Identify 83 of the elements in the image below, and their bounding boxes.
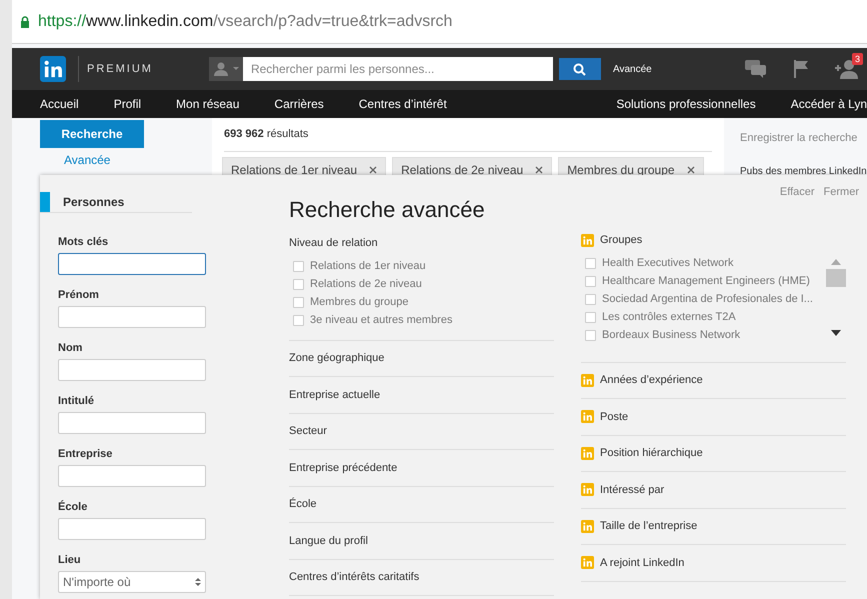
- premium-icon: [581, 410, 594, 424]
- premium-icon: [581, 520, 594, 533]
- checkbox[interactable]: [293, 279, 304, 290]
- search-field[interactable]: Rechercher parmi les personnes...: [242, 57, 553, 81]
- checkbox-option[interactable]: Sociedad Argentina de Profesionales de I...: [585, 290, 826, 308]
- search-icon: [573, 62, 586, 76]
- filter-section[interactable]: Entreprise actuelle: [289, 377, 554, 414]
- ads-heading: Pubs des membres LinkedIn: [740, 164, 867, 178]
- checkbox[interactable]: [585, 294, 596, 305]
- scrollbar-thumb[interactable]: [826, 268, 846, 286]
- search-button[interactable]: [558, 58, 601, 80]
- premium-icon: [581, 483, 594, 496]
- field-label: Mots clés: [58, 235, 110, 249]
- checkbox-option[interactable]: Bordeaux Business Network: [585, 326, 826, 344]
- section-heading: Groupes: [600, 233, 642, 248]
- checkbox-option[interactable]: Relations de 1er niveau: [293, 258, 554, 276]
- filter-section[interactable]: Taille de l’entreprise: [600, 518, 698, 534]
- field-label: Nom: [58, 341, 84, 355]
- brand-label: PREMIUM: [78, 56, 153, 82]
- filter-section[interactable]: Centres d’intérêts caritatifs: [289, 560, 554, 596]
- people-tab[interactable]: Personnes: [63, 192, 124, 210]
- premium-icon: [581, 374, 594, 387]
- checkbox-option[interactable]: 3e niveau et autres membres: [293, 312, 554, 330]
- person-filter-icon: [208, 57, 243, 81]
- sort-arrows-icon: [195, 577, 201, 587]
- filter-section[interactable]: Années d’expérience: [600, 372, 703, 388]
- messages-icon: [745, 60, 767, 78]
- search-menu-item[interactable]: Recherche: [40, 120, 144, 148]
- field-label: École: [58, 500, 88, 514]
- filter-section[interactable]: Entreprise précédente: [289, 450, 554, 486]
- lock-icon: [20, 16, 30, 28]
- filter-section[interactable]: Position hiérarchique: [600, 445, 703, 462]
- scroll-down-icon: [831, 330, 841, 336]
- notification-badge: 3: [852, 53, 863, 65]
- nav-link[interactable]: Centres d’intérêt: [358, 95, 447, 113]
- chip-label: Relations de 2e niveau: [401, 162, 524, 178]
- checkbox[interactable]: [585, 330, 596, 341]
- nav-link[interactable]: Mon réseau: [176, 95, 240, 113]
- filter-section[interactable]: Zone géographique: [289, 340, 554, 377]
- filter-section[interactable]: Langue du profil: [289, 523, 554, 560]
- checkbox-option[interactable]: Healthcare Management Engineers (HME): [585, 272, 826, 290]
- checkbox-option[interactable]: Relations de 2e niveau: [293, 276, 554, 294]
- panel-title: Recherche avancée: [289, 197, 486, 223]
- filter-section[interactable]: École: [289, 486, 554, 523]
- chip-label: Relations de 1er niveau: [231, 162, 358, 178]
- flag-icon: [793, 60, 809, 78]
- nav-link[interactable]: Solutions professionnelles: [616, 95, 756, 113]
- tab-indicator: [40, 192, 50, 212]
- premium-icon: [581, 556, 594, 570]
- checkbox[interactable]: [585, 276, 596, 287]
- close-icon: [369, 166, 378, 174]
- close-icon: [686, 166, 695, 174]
- checkbox[interactable]: [293, 297, 304, 308]
- filter-section[interactable]: Intéressé par: [600, 482, 664, 498]
- results-count: 693 962 résultats: [224, 126, 712, 152]
- nav-link[interactable]: Accueil: [40, 95, 79, 113]
- section-heading: Niveau de relation: [289, 236, 379, 251]
- field-label: Intitulé: [58, 394, 96, 408]
- field-label: Entreprise: [58, 447, 114, 461]
- filter-section[interactable]: Poste: [600, 408, 628, 425]
- checkbox-option[interactable]: Membres du groupe: [293, 294, 554, 312]
- filter-section[interactable]: A rejoint LinkedIn: [600, 554, 684, 571]
- checkbox-option[interactable]: Les contrôles externes T2A: [585, 308, 826, 326]
- advanced-search-link[interactable]: Avancée: [612, 62, 652, 76]
- premium-icon: [581, 234, 594, 247]
- field-label: Prénom: [58, 288, 100, 302]
- checkbox[interactable]: [293, 315, 304, 326]
- checkbox[interactable]: [585, 312, 596, 323]
- location-select[interactable]: N'importe où: [58, 571, 206, 593]
- search-menu-item[interactable]: Avancée: [40, 148, 144, 172]
- field-label: Lieu: [58, 553, 82, 567]
- checkbox[interactable]: [293, 261, 304, 272]
- text-field[interactable]: [58, 253, 206, 275]
- nav-link[interactable]: Carrières: [274, 95, 324, 113]
- close-icon: [535, 166, 544, 174]
- checkbox-option[interactable]: Health Executives Network: [585, 254, 826, 272]
- nav-link[interactable]: Accéder à Lyn: [790, 95, 867, 113]
- checkbox[interactable]: [585, 258, 596, 269]
- linkedin-logo: [40, 56, 66, 82]
- scroll-up-icon: [831, 258, 841, 264]
- premium-icon: [581, 446, 594, 460]
- nav-link[interactable]: Profil: [114, 95, 142, 113]
- filter-section[interactable]: Secteur: [289, 414, 554, 450]
